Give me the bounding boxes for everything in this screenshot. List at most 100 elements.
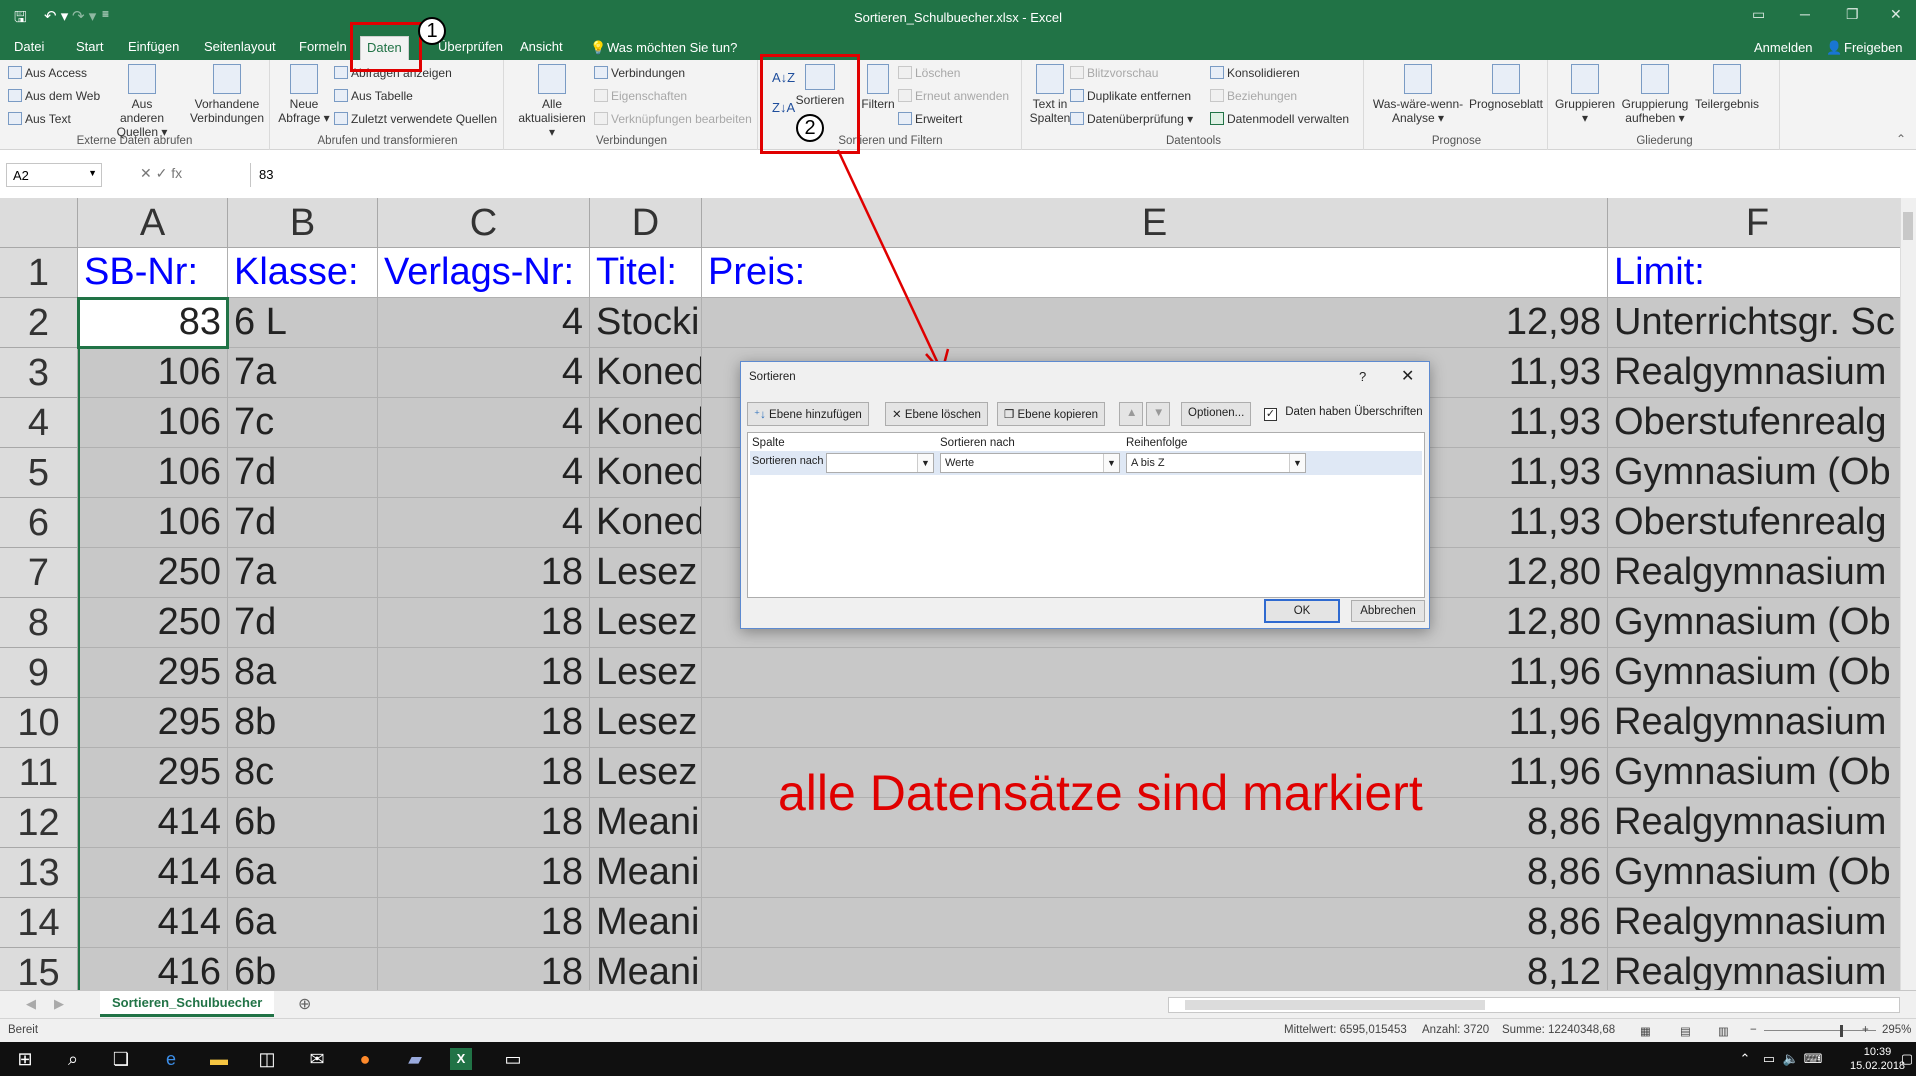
row-header[interactable]: 13	[0, 848, 78, 898]
table-cell[interactable]: 7a	[228, 348, 378, 398]
normal-view-icon[interactable]: ▦	[1640, 1024, 1651, 1038]
table-cell[interactable]: Lesez	[590, 698, 702, 748]
table-cell[interactable]: 6a	[228, 898, 378, 948]
connections-button[interactable]: Verbindungen	[594, 66, 685, 80]
table-cell[interactable]: 106	[78, 448, 228, 498]
column-header-b[interactable]: B	[228, 198, 378, 248]
excel-taskbar-icon[interactable]: X	[450, 1048, 472, 1070]
column-header-a[interactable]: A	[78, 198, 228, 248]
formula-buttons[interactable]: ✕ ✓ fx	[140, 165, 182, 182]
row-header[interactable]: 12	[0, 798, 78, 848]
table-cell[interactable]: Lesez	[590, 598, 702, 648]
table-cell[interactable]: 416	[78, 948, 228, 990]
row-header[interactable]: 10	[0, 698, 78, 748]
tab-datei[interactable]: Datei	[8, 36, 50, 60]
search-icon[interactable]: ⌕	[62, 1048, 84, 1070]
table-cell[interactable]: Realgymnasium	[1608, 898, 1900, 948]
table-cell[interactable]: 4	[378, 498, 590, 548]
network-icon[interactable]: ▭	[1758, 1048, 1780, 1070]
flash-fill-button[interactable]: Blitzvorschau	[1070, 66, 1158, 80]
table-cell[interactable]: 414	[78, 798, 228, 848]
recent-sources-button[interactable]: Zuletzt verwendete Quellen	[334, 112, 497, 126]
table-cell[interactable]: Meani	[590, 898, 702, 948]
move-up-button[interactable]: ▲	[1119, 402, 1143, 426]
table-cell[interactable]: 106	[78, 498, 228, 548]
table-cell[interactable]: 414	[78, 898, 228, 948]
table-cell[interactable]: Lesez	[590, 648, 702, 698]
table-cell[interactable]: Lesez	[590, 548, 702, 598]
table-cell[interactable]: 6b	[228, 798, 378, 848]
table-cell[interactable]: Gymnasium (Ob	[1608, 748, 1900, 798]
existing-connections-button[interactable]: Vorhandene Verbindungen	[188, 64, 266, 125]
table-cell[interactable]: 8,12	[702, 948, 1608, 990]
from-text-button[interactable]: Aus Text	[8, 112, 71, 126]
next-sheet-icon[interactable]: ▶	[54, 996, 64, 1012]
table-cell[interactable]: 8b	[228, 698, 378, 748]
signin-link[interactable]: Anmelden	[1754, 40, 1813, 55]
header-cell[interactable]: Limit:	[1608, 248, 1900, 298]
horizontal-scrollbar[interactable]	[1168, 997, 1900, 1013]
table-cell[interactable]: 18	[378, 648, 590, 698]
table-cell[interactable]: Lesez	[590, 748, 702, 798]
table-cell[interactable]: Gymnasium (Ob	[1608, 448, 1900, 498]
tab-ansicht[interactable]: Ansicht	[514, 36, 569, 60]
file-explorer-icon[interactable]: ▬	[208, 1048, 230, 1070]
notepad-icon[interactable]: ▰	[404, 1048, 426, 1070]
table-cell[interactable]: Meani	[590, 798, 702, 848]
table-cell[interactable]: 18	[378, 798, 590, 848]
help-button[interactable]: ?	[1359, 369, 1366, 384]
zoom-slider[interactable]	[1764, 1030, 1876, 1031]
subtotal-button[interactable]: Teilergebnis	[1690, 64, 1764, 111]
collapse-ribbon-icon[interactable]: ⌃	[1896, 132, 1906, 146]
table-cell[interactable]: 7d	[228, 448, 378, 498]
sheet-tab-active[interactable]: Sortieren_Schulbuecher	[100, 991, 275, 1017]
table-cell[interactable]: Meani	[590, 948, 702, 990]
keyboard-icon[interactable]: ⌨	[1802, 1048, 1824, 1070]
table-cell[interactable]: 295	[78, 648, 228, 698]
row-header[interactable]: 15	[0, 948, 78, 990]
row-header[interactable]: 14	[0, 898, 78, 948]
row-header[interactable]: 9	[0, 648, 78, 698]
table-cell[interactable]: Gymnasium (Ob	[1608, 648, 1900, 698]
table-cell[interactable]: Koned	[590, 398, 702, 448]
row-header[interactable]: 1	[0, 248, 78, 298]
table-cell[interactable]: 4	[378, 348, 590, 398]
table-cell[interactable]: 4	[378, 298, 590, 348]
table-cell[interactable]: Oberstufenrealg	[1608, 498, 1900, 548]
table-cell[interactable]: 4	[378, 448, 590, 498]
page-layout-icon[interactable]: ▤	[1680, 1024, 1691, 1038]
vertical-scrollbar[interactable]	[1900, 198, 1916, 990]
column-header-f[interactable]: F	[1608, 198, 1900, 248]
table-cell[interactable]: 295	[78, 698, 228, 748]
ok-button[interactable]: OK	[1264, 599, 1340, 623]
edge-browser-icon[interactable]: e	[160, 1048, 182, 1070]
table-cell[interactable]: 83	[77, 297, 229, 349]
table-cell[interactable]: 4	[378, 398, 590, 448]
filter-button[interactable]: Filtern	[856, 64, 900, 111]
row-header[interactable]: 7	[0, 548, 78, 598]
restore-icon[interactable]: ❐	[1846, 6, 1859, 23]
page-break-icon[interactable]: ▥	[1718, 1024, 1729, 1038]
table-cell[interactable]: Oberstufenrealg	[1608, 398, 1900, 448]
consolidate-button[interactable]: Konsolidieren	[1210, 66, 1300, 80]
table-cell[interactable]: 8c	[228, 748, 378, 798]
volume-icon[interactable]: 🔈	[1780, 1048, 1802, 1070]
table-cell[interactable]: Koned	[590, 448, 702, 498]
row-header[interactable]: 4	[0, 398, 78, 448]
row-header[interactable]: 6	[0, 498, 78, 548]
table-cell[interactable]: 18	[378, 948, 590, 990]
header-cell[interactable]: Preis:	[702, 248, 1608, 298]
add-level-button[interactable]: ⁺↓ Ebene hinzufügen	[747, 402, 869, 426]
table-cell[interactable]: Stocki	[590, 298, 702, 348]
add-sheet-button[interactable]: ⊕	[298, 994, 311, 1014]
zoom-level[interactable]: 295%	[1882, 1024, 1911, 1036]
vertical-scroll-thumb[interactable]	[1903, 212, 1913, 240]
row-header[interactable]: 8	[0, 598, 78, 648]
ungroup-button[interactable]: Gruppierung aufheben ▾	[1618, 64, 1692, 125]
close-window-icon[interactable]: ✕	[1890, 6, 1902, 23]
tab-daten[interactable]: Daten	[360, 36, 409, 60]
table-cell[interactable]: Realgymnasium	[1608, 348, 1900, 398]
text-to-columns-button[interactable]: Text in Spalten	[1028, 64, 1072, 125]
other-sources-button[interactable]: Aus anderen Quellen ▾	[108, 64, 176, 139]
column-select[interactable]: ▼	[826, 453, 934, 473]
